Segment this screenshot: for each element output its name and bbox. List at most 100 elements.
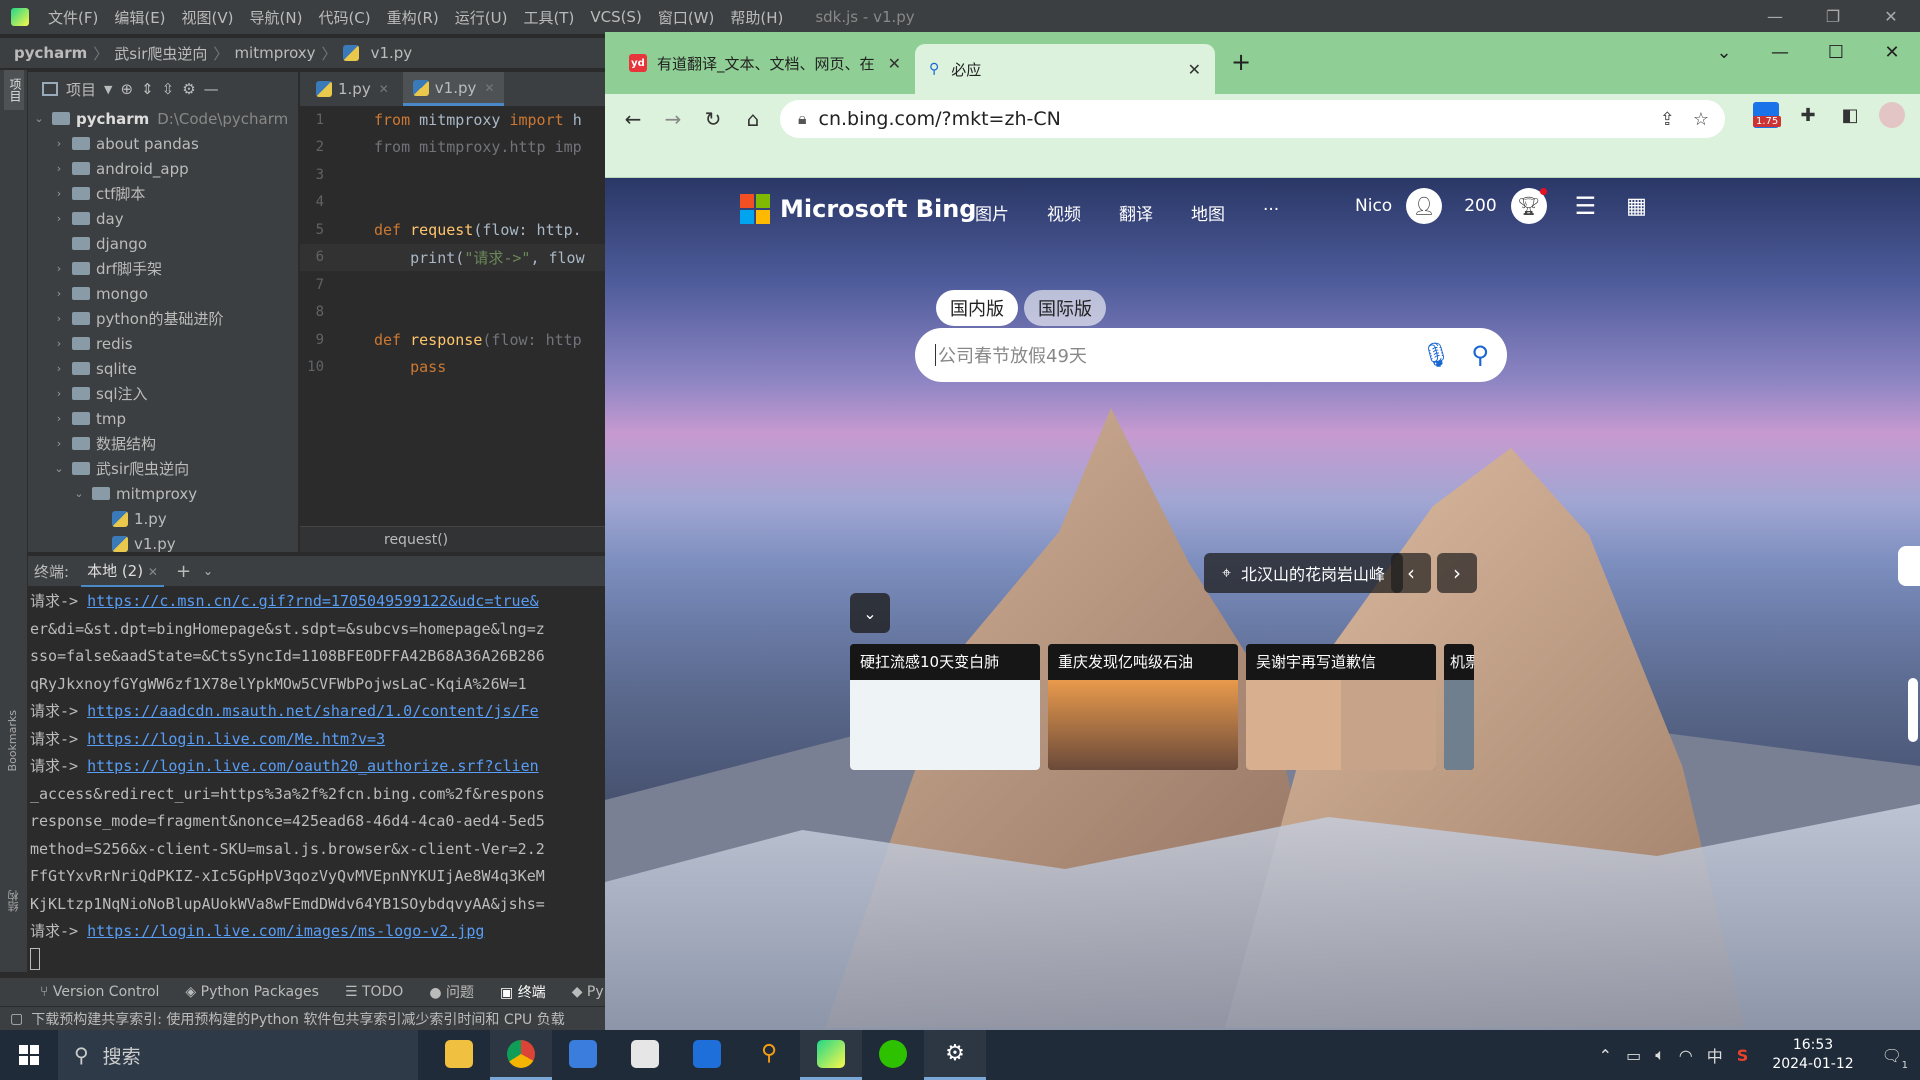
chrome-icon[interactable]: [490, 1030, 552, 1080]
extensions-puzzle-icon[interactable]: ✚: [1795, 102, 1821, 128]
lock-icon[interactable]: 🔒︎: [798, 109, 807, 129]
tool-todo[interactable]: ☰ TODO: [345, 984, 403, 1000]
start-button[interactable]: [0, 1030, 58, 1080]
search-icon[interactable]: ⚲: [1471, 341, 1489, 369]
previous-image-button[interactable]: ‹: [1391, 553, 1431, 593]
chevron-right-icon[interactable]: ›: [52, 162, 66, 175]
tool-python-console[interactable]: ◆ Py: [572, 984, 604, 1000]
rewards-points[interactable]: 200: [1464, 196, 1496, 216]
qr-code-icon[interactable]: ▦: [1626, 194, 1647, 219]
tree-folder[interactable]: › ctf脚本: [28, 181, 298, 206]
chevron-right-icon[interactable]: ›: [52, 187, 66, 200]
tool-terminal[interactable]: ▣ 终端: [500, 982, 546, 1002]
menu-edit[interactable]: 编辑(E): [106, 7, 173, 28]
tree-folder[interactable]: › sql注入: [28, 381, 298, 406]
tree-folder[interactable]: › sqlite: [28, 356, 298, 381]
sogou-input-icon[interactable]: S: [1737, 1046, 1749, 1065]
chevron-up-icon[interactable]: ⌃: [1599, 1046, 1612, 1065]
volume-icon[interactable]: 🔈︎: [1655, 1045, 1665, 1065]
collapse-all-icon[interactable]: ⇳: [162, 80, 175, 98]
close-icon[interactable]: ✕: [379, 82, 389, 96]
home-icon[interactable]: ⌂: [733, 107, 773, 131]
tree-file[interactable]: 1.py: [28, 506, 298, 531]
tree-root[interactable]: ⌄ pycharm D:\Code\pycharm: [28, 106, 298, 131]
gear-icon[interactable]: ⚙: [182, 80, 195, 98]
terminal-prompt[interactable]: [28, 946, 605, 974]
search-everything-icon[interactable]: ⚲: [738, 1030, 800, 1080]
chevron-down-icon[interactable]: ⌄: [72, 487, 86, 500]
mail-icon[interactable]: [676, 1030, 738, 1080]
tree-folder[interactable]: django: [28, 231, 298, 256]
tree-folder[interactable]: › day: [28, 206, 298, 231]
search-input[interactable]: 公司春节放假49天 🎙︎ ⚲: [915, 328, 1507, 382]
chevron-right-icon[interactable]: ›: [52, 337, 66, 350]
menu-window[interactable]: 窗口(W): [650, 7, 723, 28]
close-icon[interactable]: ✕: [484, 81, 494, 95]
bookmark-star-icon[interactable]: ☆: [1693, 109, 1709, 130]
restore-icon[interactable]: ❐: [1804, 0, 1862, 34]
terminal-link[interactable]: https://aadcdn.msauth.net/shared/1.0/con…: [87, 702, 539, 720]
close-tab-icon[interactable]: ✕: [888, 54, 901, 73]
code-line[interactable]: 7: [300, 271, 605, 299]
nav-maps[interactable]: 地图: [1191, 200, 1225, 225]
code-line[interactable]: 4: [300, 189, 605, 217]
pycharm-icon[interactable]: [800, 1030, 862, 1080]
profile-avatar[interactable]: [1879, 102, 1905, 128]
typora-icon[interactable]: [614, 1030, 676, 1080]
tool-python-packages[interactable]: ◈ Python Packages: [185, 984, 319, 1000]
tree-folder[interactable]: › python的基础进阶: [28, 306, 298, 331]
tree-folder[interactable]: › 数据结构: [28, 431, 298, 456]
locate-icon[interactable]: ⊕: [120, 80, 133, 98]
breadcrumb-item[interactable]: pycharm: [14, 44, 87, 62]
code-line[interactable]: 10 pass: [300, 354, 605, 382]
menu-tools[interactable]: 工具(T): [515, 7, 582, 28]
menu-file[interactable]: 文件(F): [40, 7, 106, 28]
hide-icon[interactable]: —: [204, 80, 219, 98]
editor-breadcrumb[interactable]: request(): [300, 526, 605, 552]
editor-tab-active[interactable]: v1.py ✕: [402, 72, 505, 106]
code-line[interactable]: 3: [300, 161, 605, 189]
project-tool-button[interactable]: 项目: [4, 70, 24, 110]
nav-images[interactable]: 图片: [975, 200, 1009, 225]
feishu-icon[interactable]: [552, 1030, 614, 1080]
code-line[interactable]: 5 def request(flow: http.: [300, 216, 605, 244]
chevron-down-icon[interactable]: ▼: [104, 83, 112, 96]
terminal-link[interactable]: https://login.live.com/images/ms-logo-v2…: [87, 922, 484, 940]
microphone-icon[interactable]: 🎙︎: [1421, 341, 1451, 369]
code-editor[interactable]: 1 from mitmproxy import h 2 from mitmproxy.…: [300, 106, 605, 526]
browser-tab[interactable]: yd 有道翻译_文本、文档、网页、在 ✕: [615, 44, 915, 82]
chevron-right-icon[interactable]: ›: [52, 137, 66, 150]
project-label[interactable]: 项目: [66, 79, 96, 100]
tree-folder[interactable]: › tmp: [28, 406, 298, 431]
breadcrumb-item[interactable]: v1.py: [371, 44, 413, 62]
close-icon[interactable]: ✕: [1864, 42, 1920, 63]
code-line[interactable]: 8: [300, 299, 605, 327]
chevron-right-icon[interactable]: ›: [52, 412, 66, 425]
minimize-icon[interactable]: —: [1746, 0, 1804, 34]
menu-code[interactable]: 代码(C): [310, 7, 378, 28]
tree-subfolder[interactable]: ⌄ mitmproxy: [28, 481, 298, 506]
tool-problems[interactable]: ● 问题: [429, 982, 474, 1002]
reload-icon[interactable]: ↻: [693, 107, 733, 131]
tree-folder[interactable]: › android_app: [28, 156, 298, 181]
nav-more[interactable]: ···: [1263, 200, 1279, 225]
collapse-feed-button[interactable]: ⌄: [850, 593, 890, 633]
chevron-right-icon[interactable]: ›: [52, 362, 66, 375]
forward-icon[interactable]: →: [653, 107, 693, 131]
tab-international[interactable]: 国际版: [1024, 290, 1106, 326]
code-line[interactable]: 2 from mitmproxy.http imp: [300, 134, 605, 162]
tree-folder[interactable]: › drf脚手架: [28, 256, 298, 281]
chevron-right-icon[interactable]: ›: [52, 262, 66, 275]
chevron-right-icon[interactable]: ›: [52, 437, 66, 450]
image-caption[interactable]: ⌖ 北汉山的花岗岩山峰: [1204, 553, 1404, 593]
chevron-right-icon[interactable]: ›: [52, 312, 66, 325]
menu-help[interactable]: 帮助(H): [722, 7, 791, 28]
close-icon[interactable]: ✕: [148, 565, 158, 579]
close-tab-icon[interactable]: ✕: [1188, 60, 1201, 79]
news-card[interactable]: 机票: [1444, 644, 1474, 770]
terminal-link[interactable]: https://login.live.com/oauth20_authorize…: [87, 757, 539, 775]
share-icon[interactable]: ⇪: [1660, 109, 1675, 130]
tab-search-icon[interactable]: ⌄: [1696, 42, 1752, 63]
feedback-tab[interactable]: [1898, 546, 1920, 586]
url-text[interactable]: cn.bing.com/?mkt=zh-CN: [819, 108, 1061, 130]
